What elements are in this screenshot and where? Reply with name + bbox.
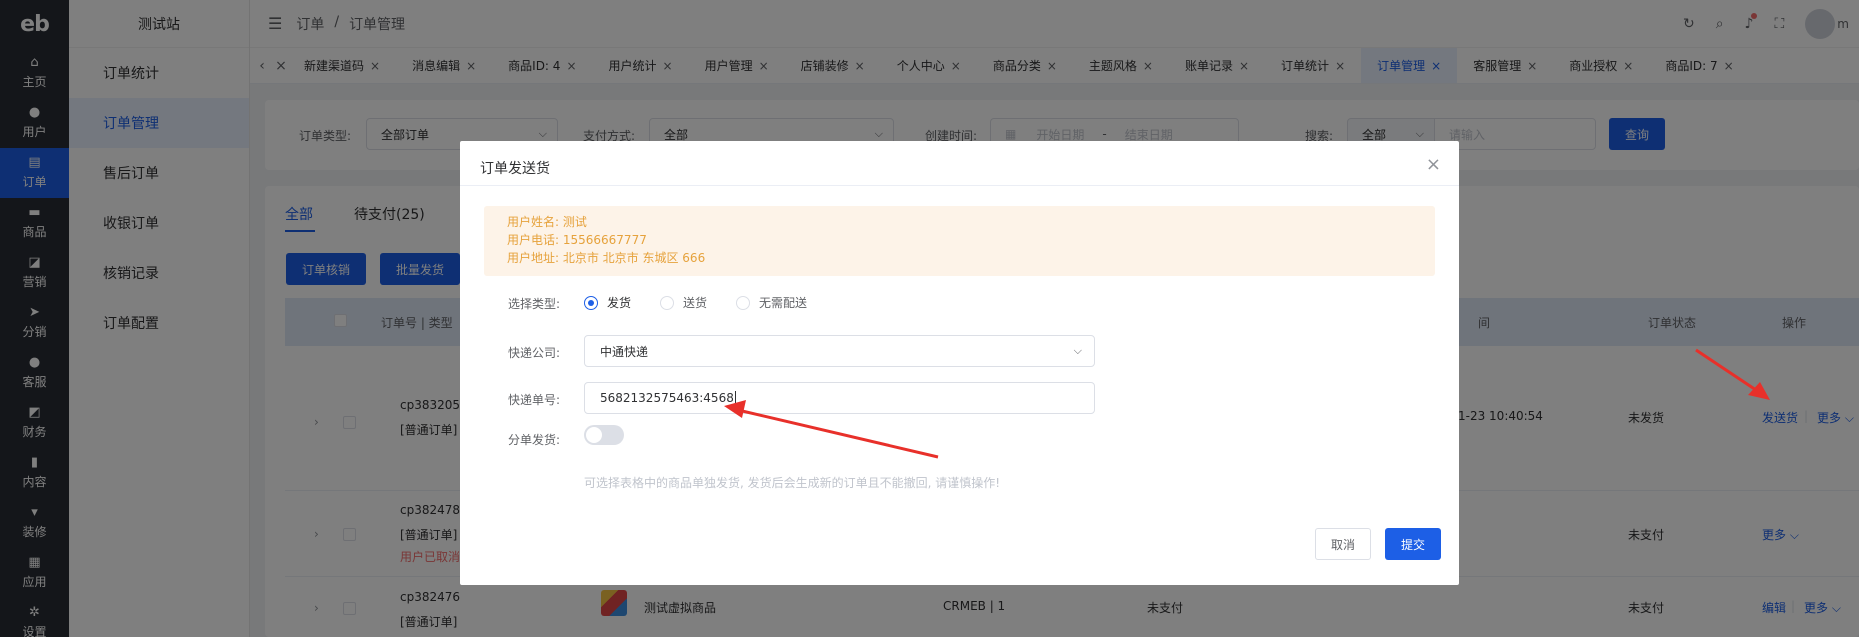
radio-label: 无需配送 [759,296,808,310]
company-label: 快递公司: [507,346,560,360]
type-label: 选择类型: [507,297,560,311]
express-company-select[interactable]: 中通快递 ⌵ [584,335,1095,367]
chevron-down-icon: ⌵ [1073,344,1082,357]
radio-circle [584,295,598,310]
split-ship-hint: 可选择表格中的商品单独发货, 发货后会生成新的订单且不能撤回, 请谨慎操作! [584,476,1001,490]
radio-circle [660,295,674,310]
tracking-number-input[interactable]: 5682132575463:4568 [584,382,1095,414]
notice-user-name: 用户姓名: 测试 [507,215,587,229]
dialog-title: 订单发送货 [480,161,550,177]
radio-deliver[interactable]: 送货 [660,294,707,311]
radio-label: 送货 [683,296,708,310]
text-cursor [734,391,736,405]
express-company-value: 中通快递 [600,344,649,359]
tracking-label: 快递单号: [507,393,560,407]
tracking-number-value: 5682132575463:4568 [600,391,734,405]
submit-button[interactable]: 提交 [1385,528,1441,560]
notice-user-address: 用户地址: 北京市 北京市 东城区 666 [507,251,706,265]
split-ship-switch[interactable] [584,425,624,445]
ship-dialog: 订单发送货 × 用户姓名: 测试 用户电话: 15566667777 用户地址:… [460,141,1459,585]
cancel-button[interactable]: 取消 [1315,528,1371,560]
dialog-divider [460,185,1459,186]
radio-no-delivery[interactable]: 无需配送 [736,294,807,311]
split-label: 分单发货: [507,433,560,447]
close-icon[interactable]: × [1426,154,1441,175]
radio-circle [736,295,750,310]
radio-label: 发货 [607,296,632,310]
user-info-notice: 用户姓名: 测试 用户电话: 15566667777 用户地址: 北京市 北京市… [484,206,1435,276]
notice-user-phone: 用户电话: 15566667777 [507,233,647,247]
radio-ship[interactable]: 发货 [584,294,631,311]
